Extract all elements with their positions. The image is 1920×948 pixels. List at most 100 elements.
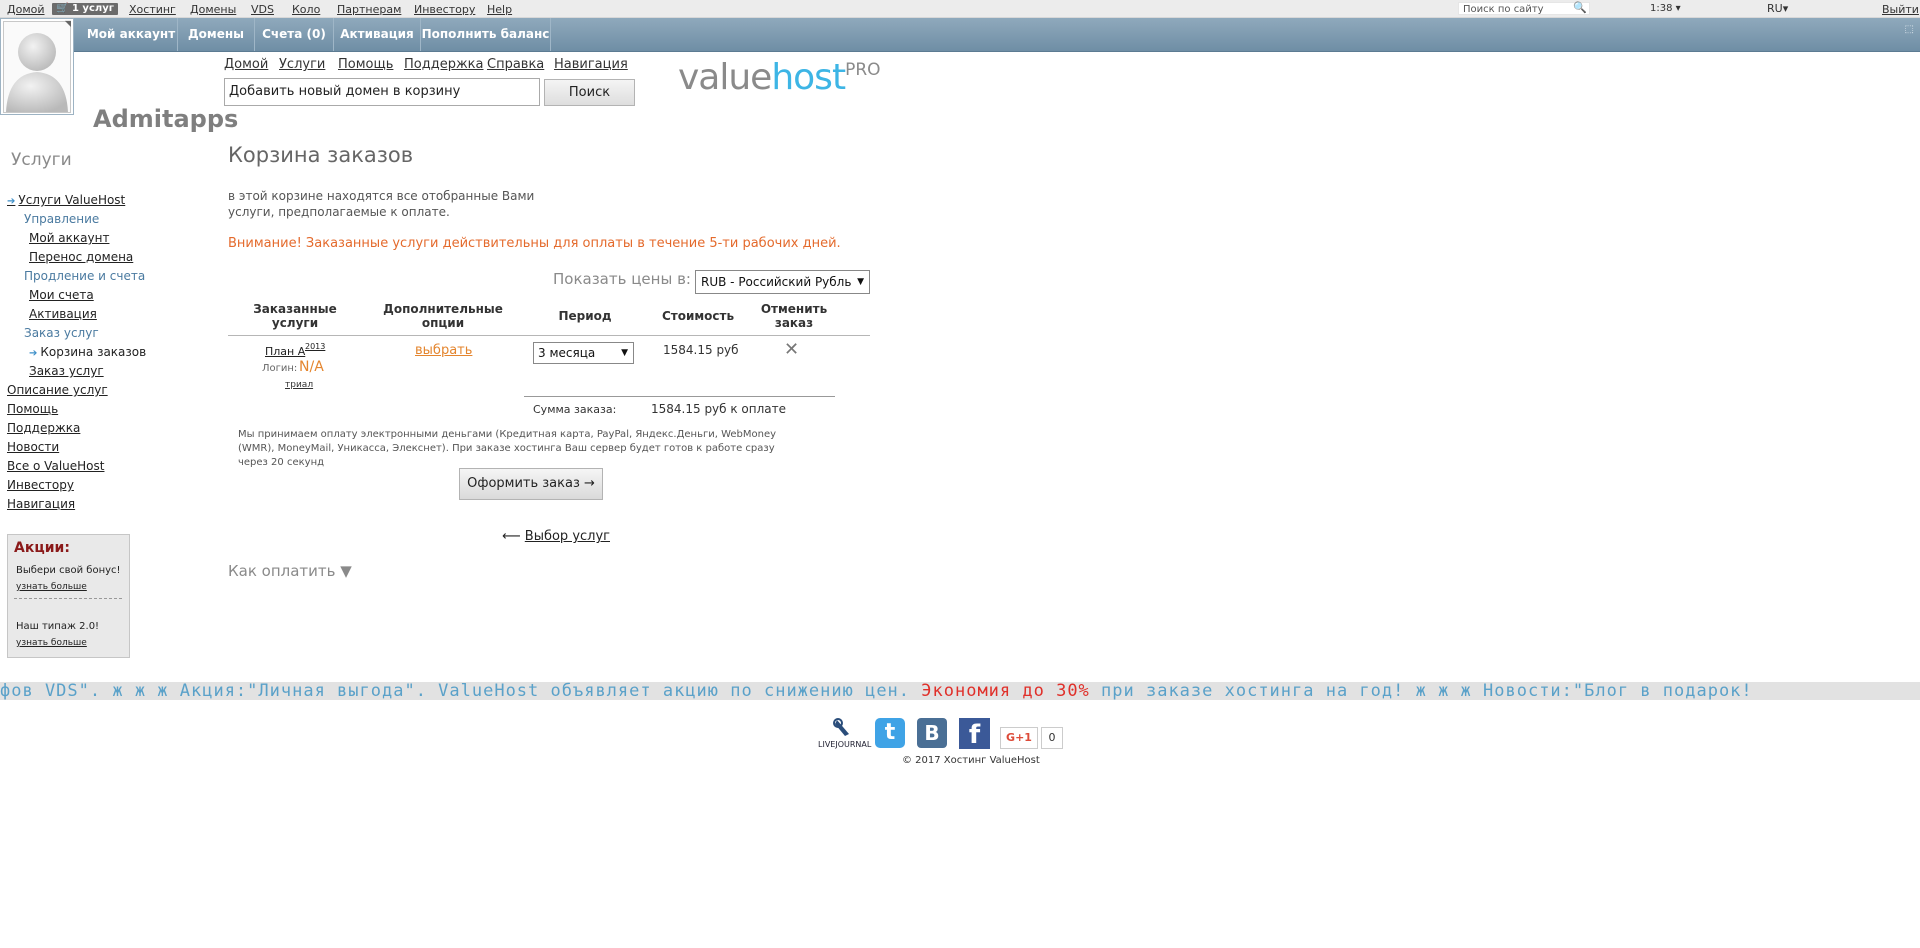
cart-intro: в этой корзине находятся все отобранные … (228, 189, 535, 219)
back-link-label: Выбор услуг (524, 529, 610, 544)
sidebar-item-navigation[interactable]: Навигация (7, 497, 75, 511)
language-select[interactable]: RU▾ (1767, 2, 1788, 15)
how-to-pay-toggle[interactable]: Как оплатить ▼ (228, 562, 352, 580)
facebook-icon[interactable]: f (959, 718, 990, 749)
sidebar-item-cart[interactable]: ➔ Корзина заказов (29, 345, 146, 359)
livejournal-icon[interactable]: LIVEJOURNAL (818, 718, 872, 750)
ticker-highlight: Экономия до 30% (921, 682, 1090, 700)
cart-badge-label: 1 услуг (71, 3, 114, 14)
top-link-help[interactable]: Help (487, 3, 512, 16)
vkontakte-icon[interactable]: B (917, 718, 947, 748)
top-link-vds[interactable]: VDS (251, 3, 274, 16)
news-ticker[interactable]: фов VDS". ж ж ж Акция:"Личная выгода". V… (0, 682, 1920, 700)
site-search-input[interactable]: Поиск по сайту (1458, 2, 1590, 15)
top-link-investor[interactable]: Инвестору (414, 3, 475, 16)
ticker-part2: при заказе хостинга на год! ж ж ж Новост… (1089, 682, 1753, 700)
valuehost-logo[interactable]: valuehostPRO (678, 57, 881, 98)
sublink-navigation[interactable]: Навигация (554, 57, 628, 72)
domain-search-input[interactable]: Добавить новый домен в корзину (224, 78, 540, 106)
top-link-domains[interactable]: Домены (190, 3, 236, 16)
chevron-down-icon: ▾ (1675, 3, 1681, 14)
sidebar-item-label: Корзина заказов (40, 345, 147, 359)
sidebar-item-service-description[interactable]: Описание услуг (7, 383, 108, 397)
sidebar-cat-management: Управление (24, 212, 100, 226)
sublink-services[interactable]: Услуги (279, 57, 325, 72)
nav-topup-balance[interactable]: Пополнить баланс (421, 18, 551, 51)
logo-value: value (678, 57, 772, 98)
sidebar-item-investor[interactable]: Инвестору (7, 478, 74, 492)
nav-invoices[interactable]: Счета (0) (255, 18, 334, 51)
sidebar-item-help[interactable]: Помощь (7, 402, 58, 416)
price-currency-label: Показать цены в: (553, 270, 691, 288)
checkout-button[interactable]: Оформить заказ → (459, 468, 603, 500)
logout-link[interactable]: Выйти (1882, 3, 1919, 16)
sublink-reference[interactable]: Справка (487, 57, 544, 72)
col-header-options: Дополнительные опции (383, 302, 503, 330)
google-plus-button[interactable]: G+1 (1000, 727, 1038, 749)
chevron-down-icon: ▼ (857, 277, 864, 287)
nav-domains[interactable]: Домены (178, 18, 255, 51)
currency-value: RUB - Российский Рубль (701, 275, 852, 289)
col-header-cancel: Отменить заказ (760, 302, 828, 330)
top-link-hosting[interactable]: Хостинг (129, 3, 176, 16)
promo-divider (14, 598, 122, 599)
payment-info: Мы принимаем оплату электронными деньгам… (238, 429, 777, 468)
col-header-price: Стоимость (661, 309, 735, 323)
nav-my-account[interactable]: Мой аккаунт (85, 18, 178, 51)
sidebar-item-news[interactable]: Новости (7, 440, 59, 454)
cart-badge[interactable]: 🛒 1 услуг (52, 3, 118, 15)
choose-options-link[interactable]: выбрать (415, 343, 472, 358)
sidebar-item-valuehost-services[interactable]: ➔ Услуги ValueHost (7, 193, 125, 207)
nav-activation[interactable]: Активация (334, 18, 421, 51)
livejournal-pen-icon (833, 718, 849, 736)
sidebar-item-about[interactable]: Все о ValueHost (7, 459, 104, 473)
col-header-period: Период (558, 309, 612, 323)
promo-link-typage[interactable]: узнать больше (16, 638, 87, 648)
promo-box: Акции: Выбери свой бонус! узнать больше … (7, 534, 130, 658)
sidebar-cat-order: Заказ услуг (24, 326, 99, 340)
sidebar-item-my-account[interactable]: Мой аккаунт (29, 231, 109, 245)
avatar[interactable]: ◥ (0, 18, 74, 115)
login-label: Логин: (262, 363, 298, 374)
sidebar-item-support[interactable]: Поддержка (7, 421, 80, 435)
close-icon[interactable]: ✕ (784, 339, 799, 360)
promo-title: Акции: (14, 540, 70, 556)
top-link-home[interactable]: Домой (7, 3, 45, 16)
promo-item-bonus: Выбери свой бонус! (16, 565, 121, 576)
row-price: 1584.15 руб (663, 343, 739, 357)
avatar-image (3, 21, 71, 113)
twitter-icon[interactable]: t (875, 718, 905, 748)
plan-link[interactable]: План А (265, 345, 305, 358)
ticker-part1: фов VDS". ж ж ж Акция:"Личная выгода". V… (0, 682, 922, 700)
top-link-colo[interactable]: Коло (292, 3, 320, 16)
period-select[interactable]: 3 месяца ▼ (533, 342, 634, 364)
search-icon[interactable]: 🔍 (1573, 1, 1587, 14)
top-bar: Домой 🛒 1 услуг Хостинг Домены VDS Коло … (0, 0, 1920, 18)
top-link-partners[interactable]: Партнерам (337, 3, 401, 16)
avatar-edit-icon[interactable]: ◥ (65, 19, 71, 28)
domain-search-button[interactable]: Поиск (544, 79, 635, 106)
time-select[interactable]: 1:38 ▾ (1650, 3, 1681, 14)
sublink-support[interactable]: Поддержка (404, 57, 484, 72)
promo-item-typage: Наш типаж 2.0! (16, 621, 100, 632)
login-value: N/A (299, 359, 324, 375)
sidebar-item-activation[interactable]: Активация (29, 307, 97, 321)
promo-link-bonus[interactable]: узнать больше (16, 582, 87, 592)
currency-select[interactable]: RUB - Российский Рубль ▼ (695, 270, 870, 294)
trial-link[interactable]: триал (285, 380, 313, 390)
sidebar-item-domain-transfer[interactable]: Перенос домена (29, 250, 133, 264)
sidebar-cat-renewal: Продление и счета (24, 269, 146, 283)
sidebar-item-order-services[interactable]: Заказ услуг (29, 364, 104, 378)
sum-divider (524, 396, 835, 397)
sublink-home[interactable]: Домой (224, 57, 268, 72)
payment-warning: Внимание! Заказанные услуги действительн… (228, 236, 841, 251)
sidebar-item-label: Услуги ValueHost (18, 193, 126, 207)
arrow-left-icon: ⟵ (502, 529, 521, 544)
plan-year[interactable]: 2013 (305, 342, 325, 351)
back-to-services[interactable]: ⟵ Выбор услуг (502, 529, 610, 544)
arrow-right-icon: ➔ (7, 196, 16, 207)
col-header-services: Заказанные услуги (253, 302, 337, 330)
livejournal-label: LIVEJOURNAL (818, 740, 872, 749)
sidebar-item-my-invoices[interactable]: Мои счета (29, 288, 94, 302)
sublink-help[interactable]: Помощь (338, 57, 393, 72)
